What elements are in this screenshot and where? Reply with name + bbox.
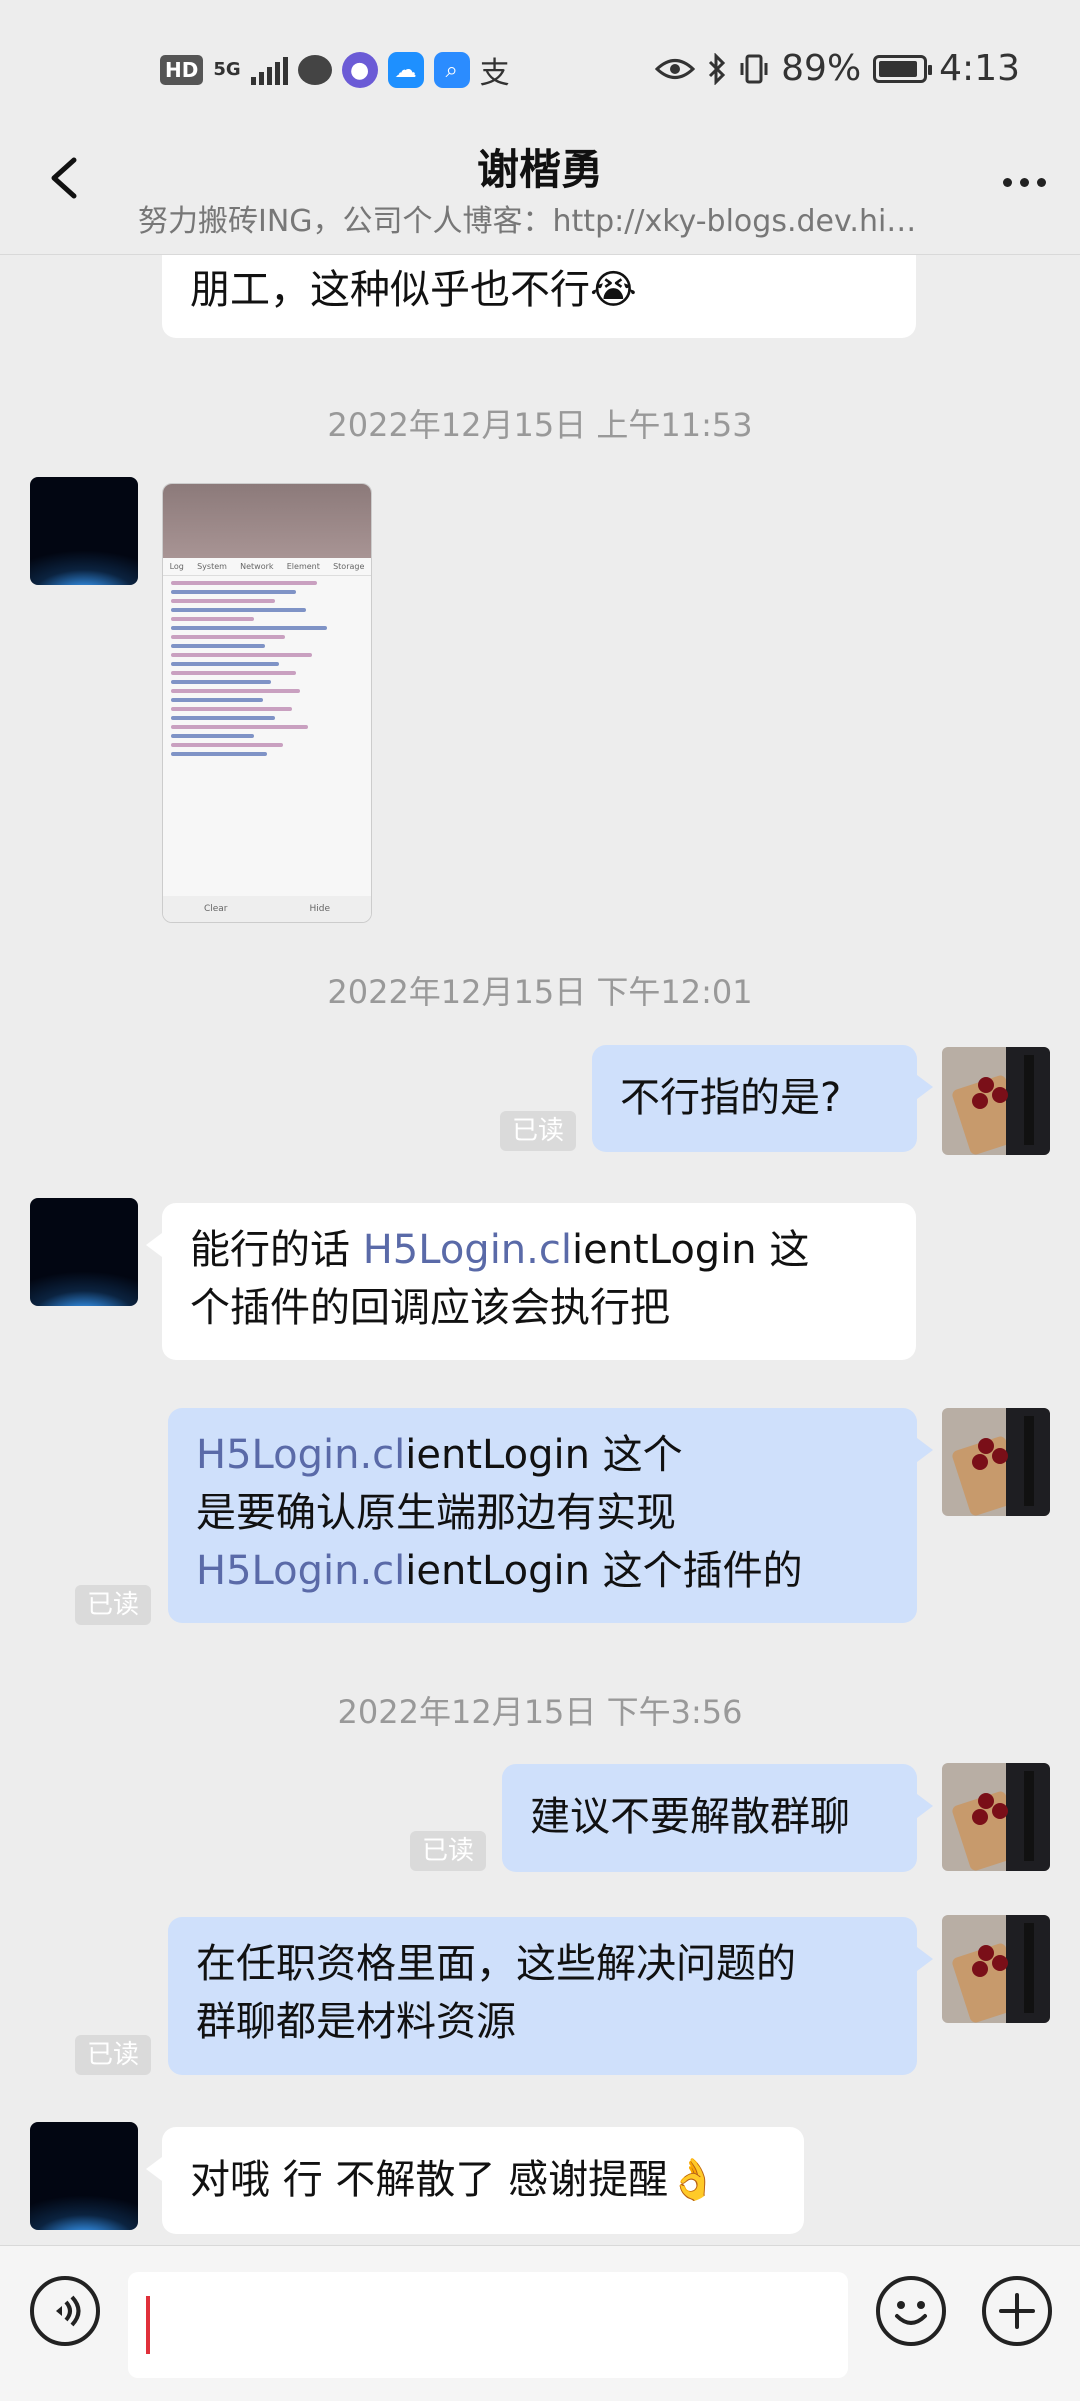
battery-percent: 89% xyxy=(781,48,862,89)
battery-icon xyxy=(873,54,933,83)
eye-icon xyxy=(655,58,696,79)
message-line: 能行的话 H5Login.clientLogin 这 xyxy=(190,1227,810,1273)
signal-icon xyxy=(250,55,288,85)
emoji-icon[interactable] xyxy=(876,2276,946,2346)
timestamp: 2022年12月15日 下午3:56 xyxy=(337,1693,743,1731)
message-bubble-incoming[interactable]: 对哦 行 不解散了 感谢提醒👌 xyxy=(146,2127,804,2234)
avatar-self[interactable] xyxy=(942,1047,1050,1155)
message-input[interactable] xyxy=(128,2272,848,2378)
battery-fill xyxy=(879,60,917,77)
message-line: 个插件的回调应该会执行把 xyxy=(190,1285,670,1331)
text-caret xyxy=(146,2296,150,2354)
hd-badge: HD xyxy=(160,55,204,85)
avatar-self[interactable] xyxy=(942,1915,1050,2023)
bluetooth-icon xyxy=(709,52,726,85)
message-bubble-outgoing[interactable]: H5Login.clientLogin 这个 是要确认原生端那边有实现 H5Lo… xyxy=(168,1408,933,1623)
message-link[interactable]: H5Login.cl xyxy=(363,1227,572,1273)
timestamp: 2022年12月15日 上午11:53 xyxy=(327,406,753,444)
message-line: H5Login.clientLogin 这个 xyxy=(196,1432,683,1478)
image-message[interactable]: Log System Network Element Storage Clear Hide xyxy=(162,483,372,923)
status-right: 89% 4:13 xyxy=(655,48,1020,89)
message-line: 在任职资格里面，这些解决问题的 xyxy=(196,1941,796,1987)
network-type: 5G xyxy=(213,59,241,80)
message-link[interactable]: H5Login.cl xyxy=(196,1432,405,1478)
message-bubble-incoming[interactable]: 朋工，这种似乎也不行😭 xyxy=(162,255,916,338)
search-app-icon: ⌕ xyxy=(433,52,470,88)
clock: 4:13 xyxy=(939,48,1020,89)
read-badge: 已读 xyxy=(75,1585,152,1625)
avatar-self[interactable] xyxy=(942,1408,1050,1516)
plus-icon[interactable] xyxy=(982,2276,1052,2346)
image-footer: Clear Hide xyxy=(163,896,371,922)
vibrate-icon xyxy=(740,54,768,83)
message-list[interactable]: 朋工，这种似乎也不行😭 2022年12月15日 上午11:53 Log Syste… xyxy=(0,255,1080,2245)
message-bubble-outgoing[interactable]: 建议不要解散群聊 xyxy=(502,1764,933,1872)
chat-subtitle: 努力搬砖ING，公司个人博客：http://xky-blogs.dev.hi… xyxy=(138,204,917,239)
voice-icon[interactable] xyxy=(30,2276,100,2346)
avatar-self[interactable] xyxy=(942,1763,1050,1871)
message-line: 是要确认原生端那边有实现 xyxy=(196,1490,676,1536)
message-link[interactable]: H5Login.cl xyxy=(196,1548,405,1594)
message-text: 建议不要解散群聊 xyxy=(530,1794,850,1840)
timestamp: 2022年12月15日 下午12:01 xyxy=(327,973,753,1011)
read-badge: 已读 xyxy=(500,1111,577,1151)
message-line: H5Login.clientLogin 这个插件的 xyxy=(196,1548,803,1594)
image-photo-area xyxy=(163,484,371,558)
input-bar xyxy=(0,2245,1080,2401)
app-icon-purple: ● xyxy=(341,52,378,88)
avatar-contact[interactable] xyxy=(30,2122,138,2230)
alipay-icon: 支 xyxy=(479,56,510,91)
read-badge: 已读 xyxy=(410,1831,487,1871)
chat-title: 谢楷勇 xyxy=(476,145,603,194)
message-bubble-outgoing[interactable]: 在任职资格里面，这些解决问题的 群聊都是材料资源 xyxy=(168,1917,933,2075)
message-text: 对哦 行 不解散了 感谢提醒👌 xyxy=(190,2157,718,2203)
message-text: 朋工，这种似乎也不行😭 xyxy=(190,267,637,313)
avatar-contact[interactable] xyxy=(30,1198,138,1306)
message-app-icon xyxy=(297,55,332,85)
message-bubble-outgoing[interactable]: 不行指的是? xyxy=(592,1045,933,1152)
status-left: HD 5G ● ☁ ⌕ 支 xyxy=(160,48,510,92)
weather-icon: ☁ xyxy=(387,52,424,88)
image-tabs: Log System Network Element Storage xyxy=(163,558,371,576)
chat-header: 谢楷勇 努力搬砖ING，公司个人博客：http://xky-blogs.dev.… xyxy=(0,130,1080,255)
status-bar: HD 5G ● ☁ ⌕ 支 89% 4:13 xyxy=(0,0,1080,130)
message-bubble-incoming[interactable]: 能行的话 H5Login.clientLogin 这 个插件的回调应该会执行把 xyxy=(146,1203,916,1360)
more-dots-icon[interactable] xyxy=(1003,178,1046,187)
avatar-contact[interactable] xyxy=(30,477,138,585)
message-line: 群聊都是材料资源 xyxy=(196,1999,516,2045)
read-badge: 已读 xyxy=(75,2035,152,2075)
message-text: 不行指的是? xyxy=(620,1075,842,1121)
